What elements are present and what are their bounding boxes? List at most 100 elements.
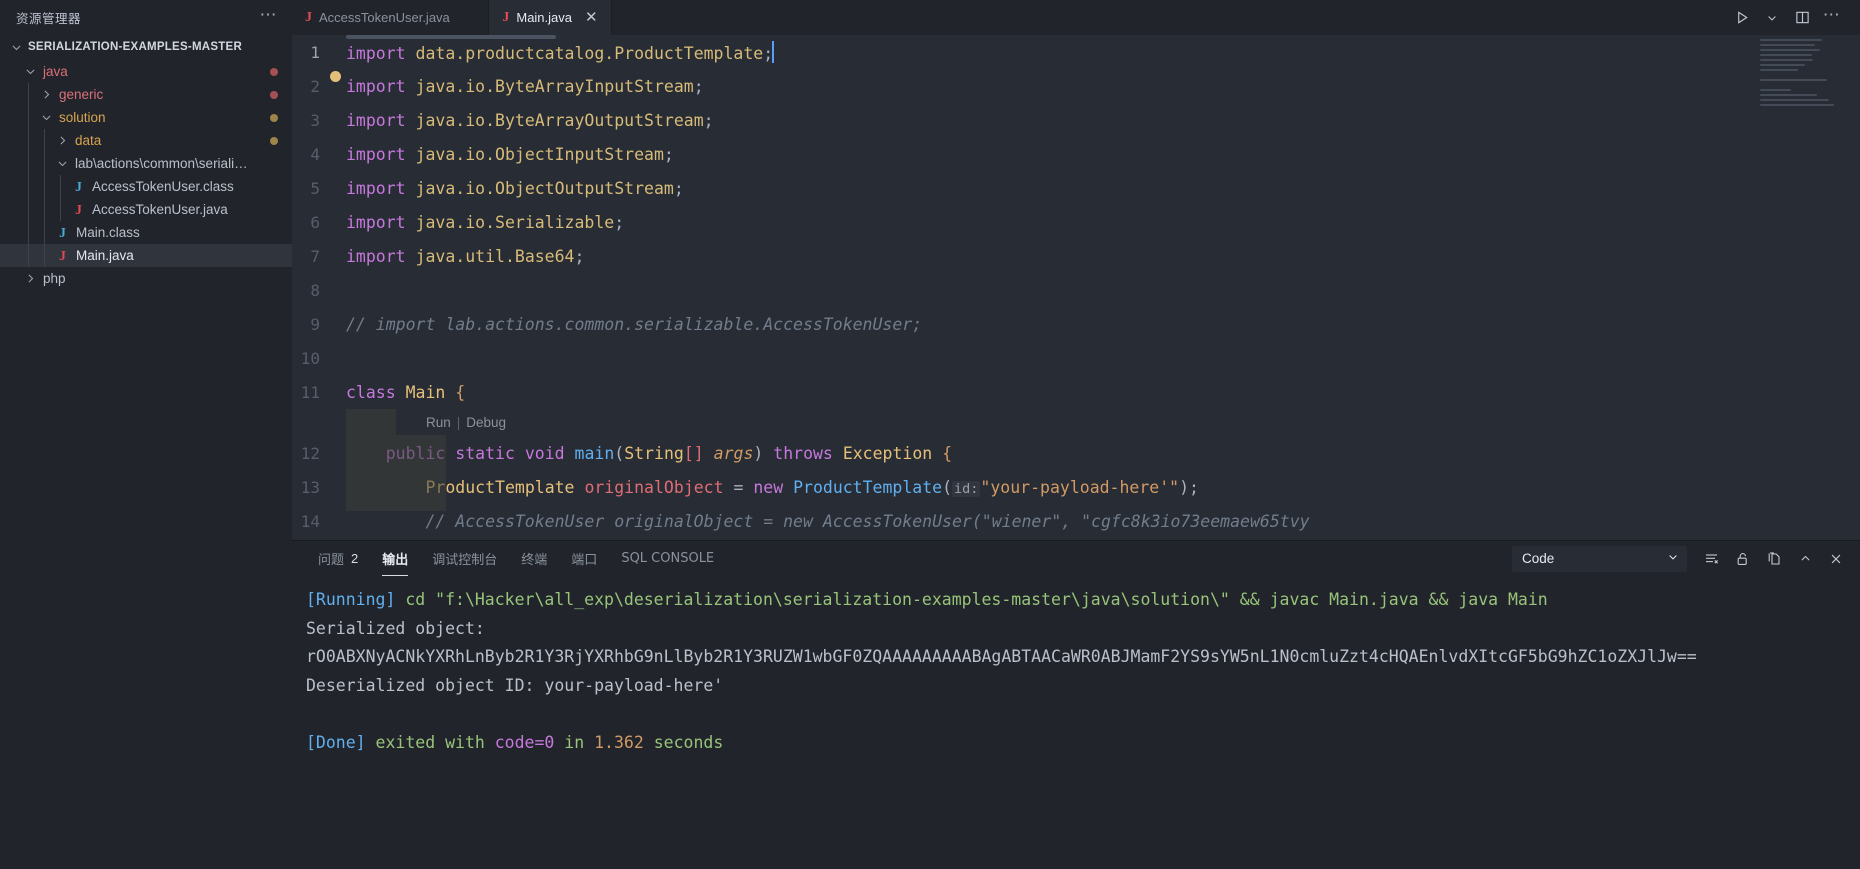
more-actions-button[interactable]: ⋯ (1818, 4, 1846, 32)
chevron-right-icon[interactable] (54, 134, 70, 147)
output-segment: Serialized object: (306, 618, 485, 638)
code-line[interactable]: 1 import data.productcatalog.ProductTempl… (292, 35, 1860, 69)
tree-indent-guide (44, 244, 45, 267)
code-line[interactable]: 3 import java.io.ByteArrayOutputStream; (292, 103, 1860, 137)
git-status-dot (270, 114, 278, 122)
tree-folder-row[interactable]: generic (0, 83, 292, 106)
codelens-separator: | (456, 415, 461, 430)
java-class-icon: J (59, 224, 66, 240)
output-segment: exited with (365, 732, 495, 752)
code-token: import (346, 44, 406, 63)
workspace-root-label: SERIALIZATION-EXAMPLES-MASTER (28, 41, 243, 53)
tree-indent-guide (44, 175, 45, 198)
panel-tab[interactable]: 输出 (370, 541, 420, 576)
line-number: 1 (310, 42, 320, 62)
code-line[interactable]: 8 (292, 273, 1860, 307)
tree-folder-row[interactable]: data (0, 129, 292, 152)
code-content[interactable]: 1 import data.productcatalog.ProductTempl… (292, 35, 1860, 540)
split-editor-button[interactable] (1788, 4, 1816, 32)
code-line[interactable]: 11 class Main { (292, 375, 1860, 409)
codelens-run-link[interactable]: Run (426, 415, 451, 430)
tree-folder-row[interactable]: java (0, 60, 292, 83)
panel-tab-label: 端口 (571, 553, 598, 568)
chevron-right-icon[interactable] (38, 88, 54, 101)
tree-file-row[interactable]: J Main.java (0, 244, 292, 267)
tree-indent-guide (28, 244, 29, 267)
panel-tab[interactable]: 端口 (559, 541, 609, 576)
tree-folder-row[interactable]: lab\actions\common\seriali… (0, 152, 292, 175)
output-segment: rO0ABXNyACNkYXRhLnByb2R1Y3RjYXRhbG9nLlBy… (306, 647, 1697, 666)
output-segment: [Running] (306, 590, 396, 609)
tree-file-row[interactable]: J AccessTokenUser.java (0, 198, 292, 221)
chevron-right-icon[interactable] (22, 272, 38, 285)
ellipsis-icon: ⋯ (1822, 4, 1842, 24)
close-icon[interactable]: ✕ (585, 10, 598, 25)
code-text: class Main { (346, 383, 465, 402)
line-number: 8 (310, 280, 320, 300)
tree-indent-guide (28, 129, 29, 152)
chevron-down-icon[interactable] (38, 111, 54, 124)
chevron-down-icon[interactable] (22, 65, 38, 78)
clear-output-button[interactable] (1698, 545, 1726, 573)
tree-item-label: Main.class (76, 225, 140, 240)
panel-tab[interactable]: SQL CONSOLE (609, 541, 726, 576)
code-line[interactable]: 5 import java.io.ObjectOutputStream; (292, 171, 1860, 205)
code-token: ( (942, 477, 953, 497)
lightbulb-icon[interactable] (330, 71, 341, 82)
code-line[interactable]: 10 (292, 341, 1860, 375)
code-line[interactable]: 13 ProductTemplate originalObject = new … (292, 470, 1860, 504)
editor-tab[interactable]: JAccessTokenUser.java✕ (292, 0, 490, 35)
chevron-down-icon[interactable] (54, 157, 70, 170)
code-line[interactable]: 9 // import lab.actions.common.serializab… (292, 307, 1860, 341)
code-line[interactable]: 7 import java.util.Base64; (292, 239, 1860, 273)
codelens-run-debug: Run | Debug (292, 409, 1860, 436)
toggle-lock-button[interactable] (1729, 545, 1757, 573)
tree-folder-row[interactable]: solution (0, 106, 292, 129)
panel-tab[interactable]: 调试控制台 (420, 541, 509, 576)
code-token: java.io.ObjectInputStream (415, 144, 664, 164)
java-class-icon: J (75, 178, 82, 194)
code-line[interactable]: 4 import java.io.ObjectInputStream; (292, 137, 1860, 171)
maximize-panel-button[interactable] (1791, 545, 1819, 573)
workspace-root-row[interactable]: SERIALIZATION-EXAMPLES-MASTER (0, 35, 292, 59)
editor-tab[interactable]: J Main.java ✕ (489, 0, 612, 35)
code-token: String (624, 443, 684, 463)
code-token: new (753, 477, 784, 497)
output-channel-select[interactable]: Code (1512, 545, 1687, 572)
tree-item-label: solution (59, 110, 106, 125)
code-text: import java.io.Serializable; (346, 213, 624, 232)
code-token: ) (1179, 477, 1190, 497)
tree-file-row[interactable]: J AccessTokenUser.class (0, 175, 292, 198)
explorer-more-icon[interactable]: ⋯ (260, 6, 279, 26)
code-token: ) (753, 443, 764, 463)
output-segment: Deserialized object ID: your-payload-her… (306, 675, 724, 695)
tree-indent-guide (44, 152, 45, 175)
code-line[interactable]: 2 import java.io.ByteArrayInputStream; (292, 69, 1860, 103)
panel-tab[interactable]: 终端 (509, 541, 559, 576)
close-panel-button[interactable] (1822, 545, 1850, 573)
output-console[interactable]: [Running] cd "f:\Hacker\all_exp\deserial… (292, 576, 1860, 869)
run-options-dropdown[interactable] (1758, 4, 1786, 32)
code-line[interactable]: 12 public static void main(String[] args… (292, 436, 1860, 470)
open-in-editor-button[interactable] (1760, 545, 1788, 573)
panel-actions: Code (1512, 541, 1850, 576)
output-line: Serialized object: (306, 615, 1860, 644)
code-token: ; (1189, 477, 1199, 497)
code-line[interactable]: 6 import java.io.Serializable; (292, 205, 1860, 239)
code-token: ; (663, 144, 674, 164)
panel-tab[interactable]: 问题 2 (306, 541, 370, 576)
run-button[interactable] (1728, 4, 1756, 32)
editor-tab-label: AccessTokenUser.java (319, 10, 450, 25)
tree-file-row[interactable]: J Main.class (0, 221, 292, 244)
line-number: 14 (300, 511, 320, 531)
code-editor[interactable]: 1 import data.productcatalog.ProductTempl… (292, 35, 1860, 540)
output-segment: in (554, 732, 595, 752)
tree-folder-row[interactable]: php (0, 267, 292, 290)
code-line[interactable]: 14 // AccessTokenUser originalObject = n… (292, 504, 1860, 538)
codelens-debug-link[interactable]: Debug (466, 415, 506, 430)
